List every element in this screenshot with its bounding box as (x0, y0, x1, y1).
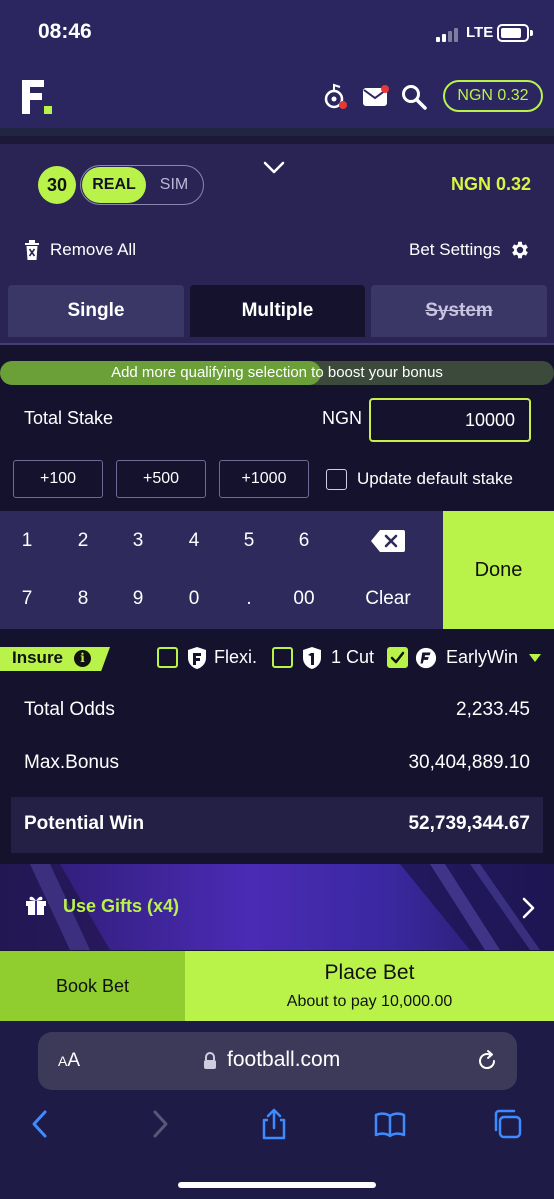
home-indicator (178, 1182, 376, 1188)
back-icon[interactable] (26, 1108, 58, 1140)
one-cut-checkbox[interactable] (272, 647, 293, 668)
update-default-stake-label[interactable]: Update default stake (357, 469, 513, 489)
trash-icon (25, 240, 39, 260)
tab-system: System (371, 285, 547, 337)
one-cut-label[interactable]: 1 Cut (331, 647, 374, 668)
max-bonus-label: Max.Bonus (24, 752, 120, 773)
stake-currency: NGN (322, 408, 362, 428)
potential-win-label: Potential Win (24, 813, 145, 834)
tab-multiple[interactable]: Multiple (190, 285, 365, 337)
quick-stake-100-button[interactable]: +100 (13, 460, 103, 498)
bet-settings-button[interactable]: Bet Settings (409, 238, 531, 262)
key-6[interactable]: 6 (277, 514, 331, 568)
share-icon[interactable] (258, 1108, 290, 1140)
search-icon[interactable] (400, 83, 428, 111)
book-bet-button[interactable]: Book Bet (0, 951, 185, 1021)
key-5[interactable]: 5 (222, 514, 276, 568)
place-bet-label: Place Bet (324, 961, 415, 984)
quick-stake-1000-button[interactable]: +1000 (219, 460, 309, 498)
caret-down-icon[interactable] (529, 654, 541, 662)
key-9[interactable]: 9 (111, 572, 165, 626)
lock-icon (204, 1052, 216, 1069)
key-double-zero[interactable]: 00 (277, 572, 331, 626)
earlywin-label[interactable]: EarlyWin (446, 647, 518, 668)
racing-icon[interactable] (322, 83, 350, 111)
quick-stake-500-button[interactable]: +500 (116, 460, 206, 498)
key-clear[interactable]: Clear (350, 572, 426, 626)
key-4[interactable]: 4 (167, 514, 221, 568)
background-content (0, 128, 554, 144)
url-text[interactable]: football.com (227, 1048, 340, 1072)
battery-icon (497, 24, 533, 42)
info-icon[interactable]: i (74, 650, 91, 667)
insure-label: Insure (12, 648, 64, 667)
checkmark-icon (390, 651, 405, 664)
text-size-button[interactable]: AA (58, 1050, 80, 1072)
earlywin-checkbox[interactable] (387, 647, 408, 668)
tab-single[interactable]: Single (8, 285, 184, 337)
remove-all-label: Remove All (50, 240, 136, 259)
use-gifts-label[interactable]: Use Gifts (x4) (63, 896, 179, 917)
key-0[interactable]: 0 (167, 572, 221, 626)
update-default-stake-checkbox[interactable] (326, 469, 347, 490)
gear-icon (511, 241, 528, 259)
total-stake-label: Total Stake (24, 408, 114, 428)
key-decimal[interactable]: . (222, 572, 276, 626)
reload-icon[interactable] (475, 1049, 499, 1073)
gift-icon (26, 896, 46, 915)
key-2[interactable]: 2 (56, 514, 110, 568)
potential-win-value: 52,739,344.67 (408, 813, 530, 834)
betslip-balance: NGN 0.32 (450, 174, 531, 194)
tabs-icon[interactable] (492, 1108, 524, 1140)
bonus-boost-message: Add more qualifying selection to boost y… (111, 364, 443, 381)
done-button[interactable]: Done (443, 511, 554, 629)
football-logo-icon[interactable] (22, 80, 52, 114)
backspace-icon[interactable] (370, 529, 406, 553)
key-7[interactable]: 7 (0, 572, 54, 626)
earlywin-icon (415, 647, 437, 669)
stake-input[interactable] (369, 398, 531, 442)
bookmarks-icon[interactable] (374, 1108, 406, 1140)
mode-real-option[interactable]: REAL (82, 167, 146, 203)
flexi-shield-icon (188, 647, 206, 669)
chevron-right-icon[interactable] (520, 896, 536, 920)
signal-icon (436, 26, 462, 42)
network-label: LTE (466, 24, 494, 41)
total-odds-label: Total Odds (24, 699, 115, 720)
flexi-label[interactable]: Flexi. (214, 647, 257, 668)
bet-settings-label: Bet Settings (409, 240, 501, 259)
key-3[interactable]: 3 (111, 514, 165, 568)
total-odds-value: 2,233.45 (456, 699, 530, 720)
remove-all-button[interactable]: Remove All (24, 238, 136, 262)
chevron-down-icon[interactable] (262, 160, 286, 176)
place-bet-amount: About to pay 10,000.00 (286, 993, 453, 1010)
one-cut-shield-icon (303, 647, 321, 669)
place-bet-button[interactable]: Place Bet About to pay 10,000.00 (185, 951, 554, 1021)
max-bonus-value: 30,404,889.10 (408, 752, 530, 773)
key-1[interactable]: 1 (0, 514, 54, 568)
balance-badge[interactable]: NGN 0.32 (443, 80, 543, 112)
status-time: 08:46 (38, 20, 92, 43)
mail-icon[interactable] (361, 83, 389, 111)
selection-count-badge: 30 (38, 166, 76, 204)
flexi-checkbox[interactable] (157, 647, 178, 668)
key-8[interactable]: 8 (56, 572, 110, 626)
mode-sim-option[interactable]: SIM (148, 167, 200, 203)
forward-icon (153, 1110, 168, 1138)
